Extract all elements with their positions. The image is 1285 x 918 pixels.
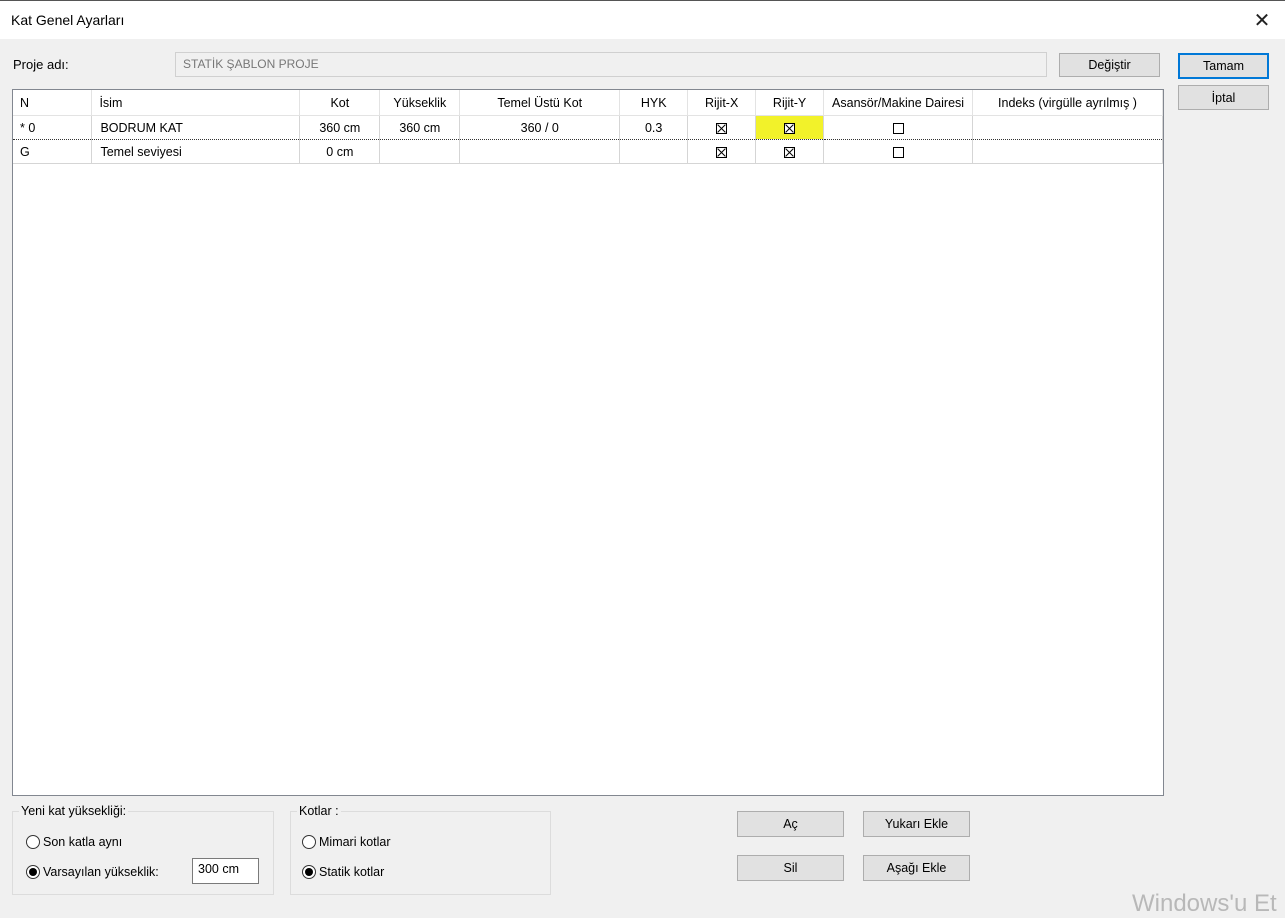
cell-temel[interactable]: 360 / 0 bbox=[459, 115, 621, 140]
cancel-button[interactable]: İptal bbox=[1178, 85, 1269, 110]
static-elevations-label: Statik kotlar bbox=[319, 865, 385, 879]
cell-rigid-x[interactable] bbox=[687, 139, 757, 164]
col-header-height[interactable]: Yükseklik bbox=[379, 90, 461, 116]
cell-kot[interactable]: 0 cm bbox=[299, 139, 381, 164]
rigid-x-checkbox[interactable] bbox=[716, 146, 728, 158]
cell-rigid-y[interactable] bbox=[755, 115, 825, 140]
cell-elevator[interactable] bbox=[823, 115, 974, 140]
cell-rigid-y[interactable] bbox=[755, 139, 825, 164]
grid-header-row: N İsim Kot Yükseklik Temel Üstü Kot HYK … bbox=[13, 90, 1163, 116]
col-header-index[interactable]: Indeks (virgülle ayrılmış ) bbox=[972, 90, 1163, 116]
architectural-elevations-option[interactable]: Mimari kotlar bbox=[302, 835, 391, 849]
static-elevations-option[interactable]: Statik kotlar bbox=[302, 865, 384, 879]
col-header-temel[interactable]: Temel Üstü Kot bbox=[459, 90, 621, 116]
cell-index[interactable] bbox=[972, 139, 1163, 164]
add-above-button[interactable]: Yukarı Ekle bbox=[863, 811, 970, 837]
cell-name[interactable]: BODRUM KAT bbox=[91, 115, 301, 140]
elevator-checkbox[interactable] bbox=[892, 122, 904, 134]
col-header-elevator[interactable]: Asansör/Makine Dairesi bbox=[823, 90, 974, 116]
elevations-group: Kotlar : bbox=[290, 804, 551, 895]
same-as-last-radio[interactable] bbox=[26, 835, 40, 849]
architectural-elevations-label: Mimari kotlar bbox=[319, 835, 391, 849]
window-title: Kat Genel Ayarları bbox=[11, 12, 125, 28]
col-header-rigid-x[interactable]: Rijit-X bbox=[687, 90, 757, 116]
default-height-label: Varsayılan yükseklik: bbox=[43, 865, 159, 879]
elevations-legend: Kotlar : bbox=[299, 804, 339, 818]
table-row[interactable]: G Temel seviyesi 0 cm bbox=[13, 139, 1163, 164]
elevator-checkbox[interactable] bbox=[892, 146, 904, 158]
floor-grid[interactable]: N İsim Kot Yükseklik Temel Üstü Kot HYK … bbox=[12, 89, 1164, 796]
new-floor-height-legend: Yeni kat yüksekliği: bbox=[21, 804, 127, 818]
open-button[interactable]: Aç bbox=[737, 811, 844, 837]
cell-temel[interactable] bbox=[459, 139, 621, 164]
same-as-last-label: Son katla aynı bbox=[43, 835, 123, 849]
architectural-elevations-radio[interactable] bbox=[302, 835, 316, 849]
cell-rigid-x[interactable] bbox=[687, 115, 757, 140]
table-row[interactable]: * 0 BODRUM KAT 360 cm 360 cm 360 / 0 0.3 bbox=[13, 115, 1163, 140]
delete-button[interactable]: Sil bbox=[737, 855, 844, 881]
cell-height[interactable] bbox=[379, 139, 461, 164]
col-header-name[interactable]: İsim bbox=[91, 90, 301, 116]
rigid-y-checkbox[interactable] bbox=[784, 146, 796, 158]
cell-elevator[interactable] bbox=[823, 139, 974, 164]
cell-height[interactable]: 360 cm bbox=[379, 115, 461, 140]
cell-name[interactable]: Temel seviyesi bbox=[91, 139, 301, 164]
default-height-radio[interactable] bbox=[26, 865, 40, 879]
rigid-y-checkbox[interactable] bbox=[784, 122, 796, 134]
col-header-kot[interactable]: Kot bbox=[299, 90, 381, 116]
col-header-hyk[interactable]: HYK bbox=[619, 90, 689, 116]
cell-index[interactable] bbox=[972, 115, 1163, 140]
project-name-label: Proje adı: bbox=[13, 57, 69, 72]
static-elevations-radio[interactable] bbox=[302, 865, 316, 879]
project-name-field: STATİK ŞABLON PROJE bbox=[175, 52, 1047, 77]
cell-n[interactable]: G bbox=[13, 139, 93, 164]
activation-watermark: Windows'u Et bbox=[1132, 890, 1277, 917]
default-height-option[interactable]: Varsayılan yükseklik: bbox=[26, 865, 159, 879]
change-project-button[interactable]: Değiştir bbox=[1059, 53, 1160, 77]
cell-hyk[interactable] bbox=[619, 139, 689, 164]
col-header-n[interactable]: N bbox=[13, 90, 93, 116]
cell-n[interactable]: * 0 bbox=[13, 115, 93, 140]
add-below-button[interactable]: Aşağı Ekle bbox=[863, 855, 970, 881]
col-header-rigid-y[interactable]: Rijit-Y bbox=[755, 90, 825, 116]
close-icon[interactable]: ✕ bbox=[1239, 1, 1285, 39]
rigid-x-checkbox[interactable] bbox=[716, 122, 728, 134]
same-as-last-option[interactable]: Son katla aynı bbox=[26, 835, 122, 849]
title-bar: Kat Genel Ayarları ✕ bbox=[0, 0, 1285, 39]
cell-hyk[interactable]: 0.3 bbox=[619, 115, 689, 140]
default-height-input[interactable]: 300 cm bbox=[192, 858, 259, 884]
ok-button[interactable]: Tamam bbox=[1178, 53, 1269, 79]
cell-kot[interactable]: 360 cm bbox=[299, 115, 381, 140]
